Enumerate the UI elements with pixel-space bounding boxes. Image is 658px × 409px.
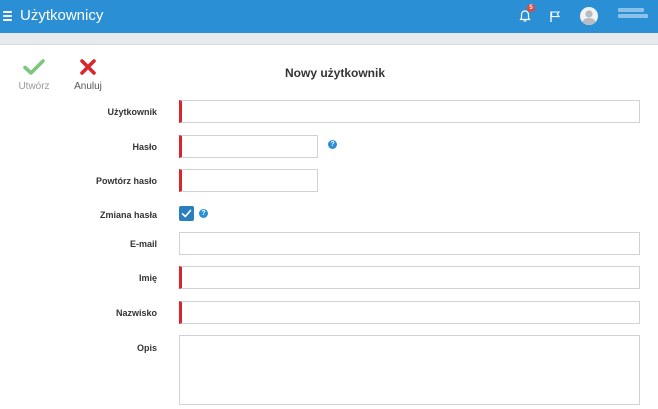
repeat-password-label: Powtórz hasło (95, 176, 157, 186)
description-label: Opis (136, 343, 157, 353)
repeat-password-input[interactable] (179, 169, 318, 192)
avatar-icon (582, 10, 596, 25)
create-button[interactable]: Utwórz (18, 58, 50, 92)
avatar[interactable] (580, 7, 598, 25)
bell-icon[interactable] (519, 10, 531, 23)
description-textarea[interactable] (179, 335, 640, 405)
first-name-input[interactable] (179, 266, 640, 289)
question-icon[interactable]: ? (328, 140, 337, 149)
cancel-button-label: Anuluj (74, 81, 102, 92)
password-input[interactable] (179, 135, 318, 158)
check-icon (23, 59, 45, 75)
email-label: E-mail (129, 239, 157, 249)
x-icon (80, 59, 96, 75)
page-title: Nowy użytkownik (285, 66, 386, 80)
checkmark-icon (181, 209, 192, 218)
top-app-bar: Użytkownicy 5 (0, 0, 658, 33)
last-name-label: Nazwisko (115, 308, 157, 318)
sub-header-strip (0, 33, 658, 45)
password-label: Hasło (132, 142, 157, 152)
user-name-obscured[interactable] (618, 8, 648, 23)
question-icon[interactable]: ? (199, 209, 208, 218)
first-name-label: Imię (138, 273, 157, 283)
username-label: Użytkownik (107, 107, 157, 117)
username-input[interactable] (179, 100, 640, 123)
change-password-label: Zmiana hasła (99, 210, 157, 220)
notification-badge: 5 (527, 4, 535, 12)
email-input[interactable] (179, 232, 640, 255)
change-password-checkbox[interactable] (179, 206, 194, 221)
create-button-label: Utwórz (18, 81, 50, 92)
cancel-button[interactable]: Anuluj (72, 58, 104, 92)
menu-icon[interactable] (3, 11, 12, 21)
app-title: Użytkownicy (20, 7, 104, 24)
flag-icon[interactable] (549, 10, 561, 23)
last-name-input[interactable] (179, 301, 640, 324)
